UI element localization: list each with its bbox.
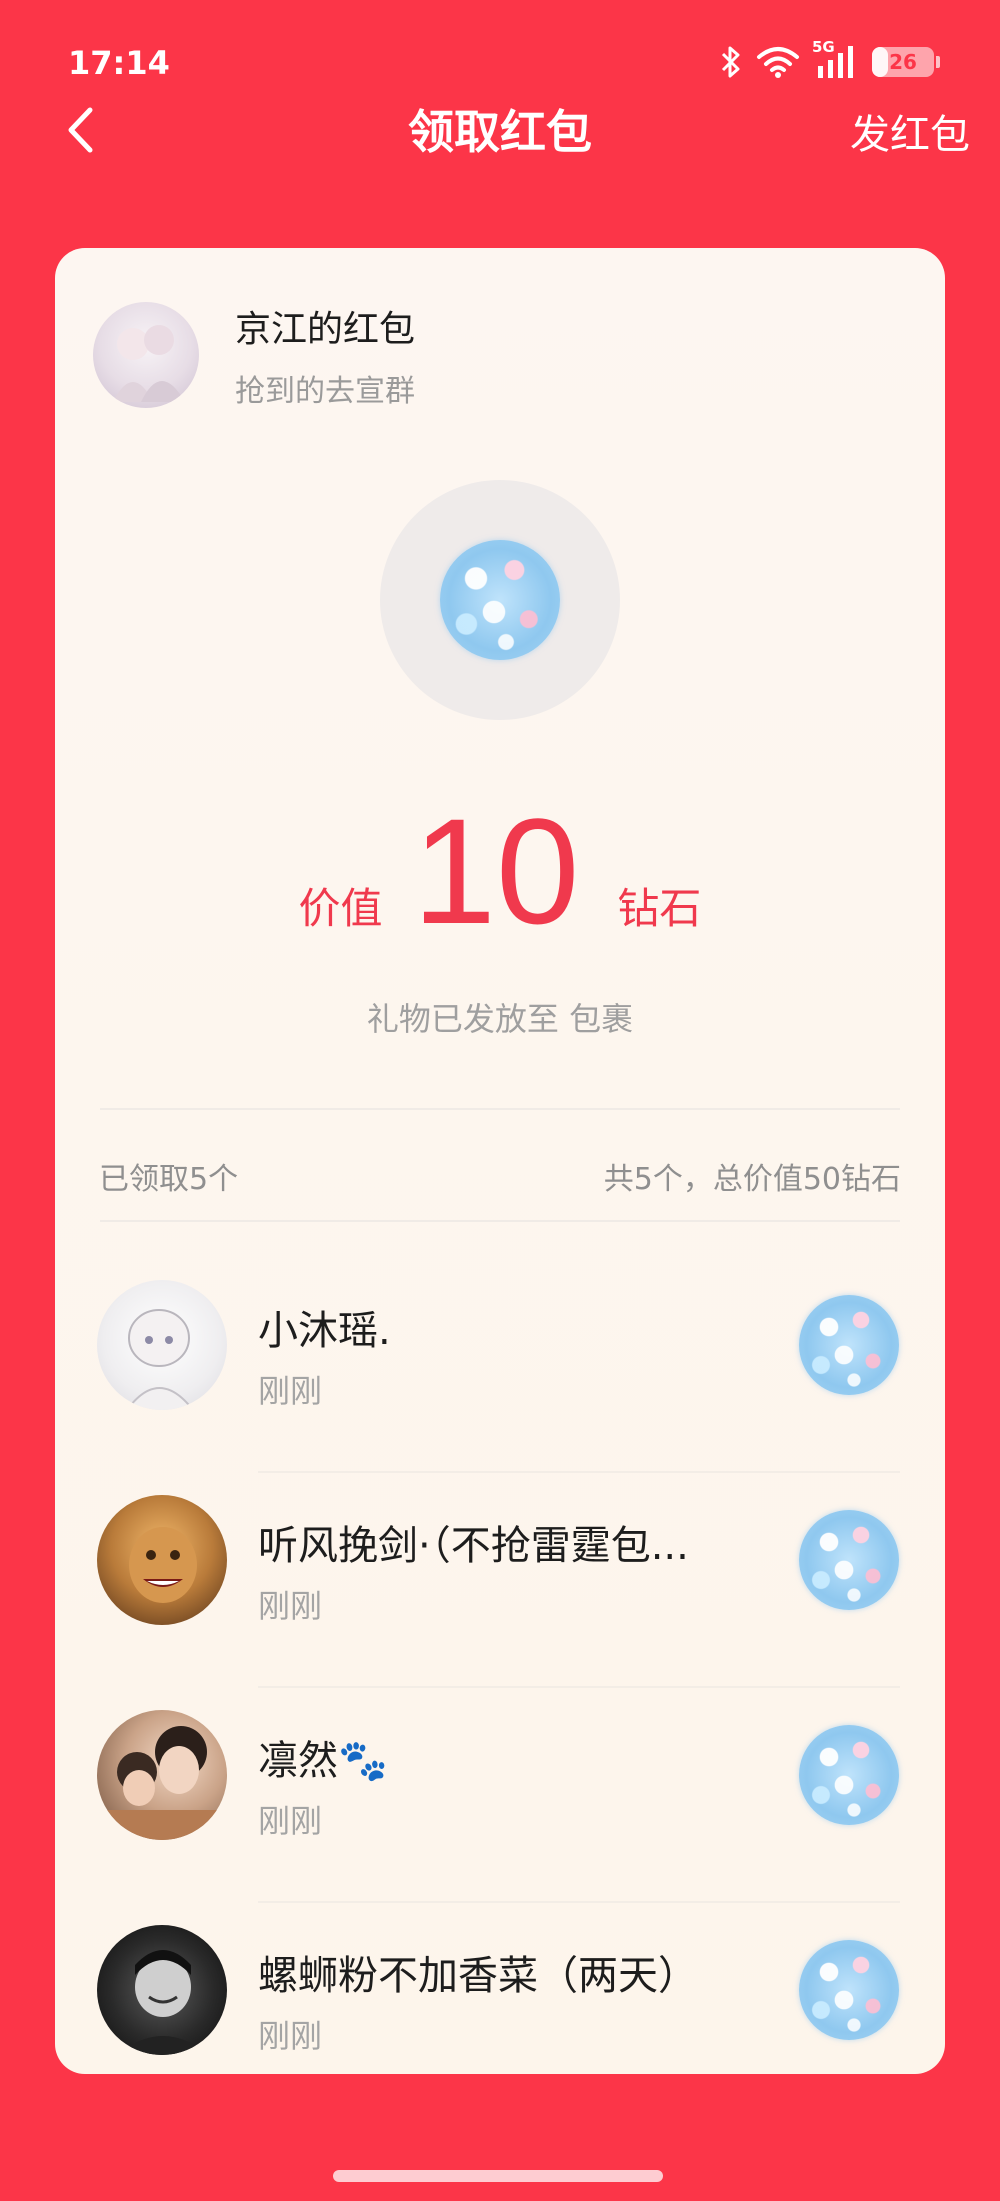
wifi-icon xyxy=(756,46,800,78)
battery-text: 26 xyxy=(889,50,917,74)
claim-time: 刚刚 xyxy=(258,1372,323,1410)
sender-avatar[interactable] xyxy=(93,302,199,408)
sender-name: 京江的红包 xyxy=(235,309,416,350)
sender-info: 京江的红包 抢到的去宣群 xyxy=(93,300,415,410)
claimer-name: 凛然🐾 xyxy=(258,1738,388,1784)
claim-list: 小沐瑶. 刚刚 听风挽剑·（不抢雷霆包... 刚刚 凛然🐾 刚刚 螺蛳粉不加香菜… xyxy=(55,1258,945,2074)
claim-time: 刚刚 xyxy=(258,1802,323,1840)
status-bar: 17:14 5G 26 xyxy=(0,0,1000,110)
diamond-gift-icon xyxy=(799,1940,899,2040)
divider xyxy=(100,1108,900,1110)
avatar[interactable] xyxy=(97,1280,227,1410)
claimer-name: 听风挽剑·（不抢雷霆包... xyxy=(258,1523,689,1569)
battery-fill xyxy=(872,47,889,77)
status-icons: 5G 26 xyxy=(720,38,940,84)
value-label: 价值 xyxy=(298,884,383,933)
signal-icon: 5G xyxy=(812,38,858,80)
value-unit: 钻石 xyxy=(617,884,702,933)
status-time: 17:14 xyxy=(68,44,170,82)
avatar[interactable] xyxy=(97,1495,227,1625)
list-item[interactable]: 听风挽剑·（不抢雷霆包... 刚刚 xyxy=(55,1473,945,1688)
list-item[interactable]: 螺蛳粉不加香菜（两天） 刚刚 xyxy=(55,1903,945,2074)
gift-value: 价值 10 钻石 xyxy=(55,796,945,946)
send-red-packet-button[interactable]: 发红包 xyxy=(850,102,970,160)
list-item[interactable]: 凛然🐾 刚刚 xyxy=(55,1688,945,1903)
claimed-count: 已领取5个 xyxy=(99,1162,239,1197)
network-label: 5G xyxy=(812,38,835,56)
home-indicator[interactable] xyxy=(333,2170,663,2182)
claimer-name: 小沐瑶. xyxy=(258,1308,391,1354)
total-summary: 共5个，总价值50钻石 xyxy=(603,1162,901,1197)
claim-time: 刚刚 xyxy=(258,1587,323,1625)
divider xyxy=(100,1220,900,1222)
avatar[interactable] xyxy=(97,1925,227,2055)
list-item[interactable]: 小沐瑶. 刚刚 xyxy=(55,1258,945,1473)
sender-subtitle: 抢到的去宣群 xyxy=(235,374,415,409)
avatar[interactable] xyxy=(97,1710,227,1840)
gift-halo xyxy=(380,480,620,720)
battery-icon: 26 xyxy=(872,47,934,77)
diamond-gift-icon xyxy=(799,1725,899,1825)
claimer-name: 螺蛳粉不加香菜（两天） xyxy=(258,1953,698,1999)
claim-time: 刚刚 xyxy=(258,2017,323,2055)
bluetooth-icon xyxy=(720,45,742,79)
diamond-gift-icon xyxy=(799,1510,899,1610)
sender-text: 京江的红包 抢到的去宣群 xyxy=(235,300,415,410)
delivered-text: 礼物已发放至 包裹 xyxy=(366,1000,634,1038)
diamond-gift-icon xyxy=(799,1295,899,1395)
battery-nub xyxy=(936,56,940,68)
red-packet-card: 京江的红包 抢到的去宣群 价值 10 钻石 礼物已发放至 包裹 已领取5个 共5… xyxy=(55,248,945,2074)
diamond-gift-icon xyxy=(440,540,560,660)
value-number: 10 xyxy=(412,787,580,955)
